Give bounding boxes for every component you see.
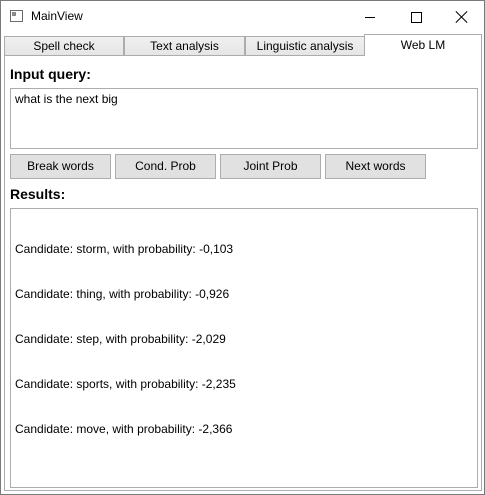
result-line: Candidate: step, with probability: -2,02…: [15, 332, 226, 346]
cond-prob-button[interactable]: Cond. Prob: [115, 154, 216, 179]
result-line: Candidate: move, with probability: -2,36…: [15, 422, 233, 436]
input-query-label: Input query:: [10, 66, 91, 82]
result-line: Candidate: thing, with probability: -0,9…: [15, 287, 230, 301]
app-window-icon: [10, 10, 23, 22]
minimize-button[interactable]: [347, 1, 393, 33]
break-words-button[interactable]: Break words: [10, 154, 111, 179]
tab-linguistic-analysis[interactable]: Linguistic analysis: [245, 36, 365, 55]
result-line: Candidate: sports, with probability: -2,…: [15, 377, 236, 391]
window-title: MainView: [31, 9, 83, 23]
joint-prob-button[interactable]: Joint Prob: [220, 154, 321, 179]
result-line: Candidate: storm, with probability: -0,1…: [15, 242, 234, 256]
close-button[interactable]: [439, 1, 485, 33]
minimize-icon: [365, 16, 375, 18]
tab-spell-check[interactable]: Spell check: [4, 36, 124, 55]
results-field[interactable]: Candidate: storm, with probability: -0,1…: [10, 208, 478, 488]
tab-web-lm[interactable]: Web LM: [364, 34, 482, 56]
close-icon: [456, 11, 468, 23]
results-label: Results:: [10, 186, 66, 202]
next-words-button[interactable]: Next words: [325, 154, 426, 179]
main-window: MainView Spell check Text analysis Lingu…: [0, 0, 485, 495]
input-query-field[interactable]: what is the next big: [10, 88, 478, 149]
tab-content-web-lm: Input query: what is the next big Break …: [4, 55, 482, 491]
title-bar[interactable]: MainView: [1, 1, 484, 33]
tab-text-analysis[interactable]: Text analysis: [124, 36, 245, 55]
maximize-button[interactable]: [393, 1, 439, 33]
tab-strip: Spell check Text analysis Linguistic ana…: [4, 34, 482, 56]
maximize-icon: [410, 11, 422, 23]
